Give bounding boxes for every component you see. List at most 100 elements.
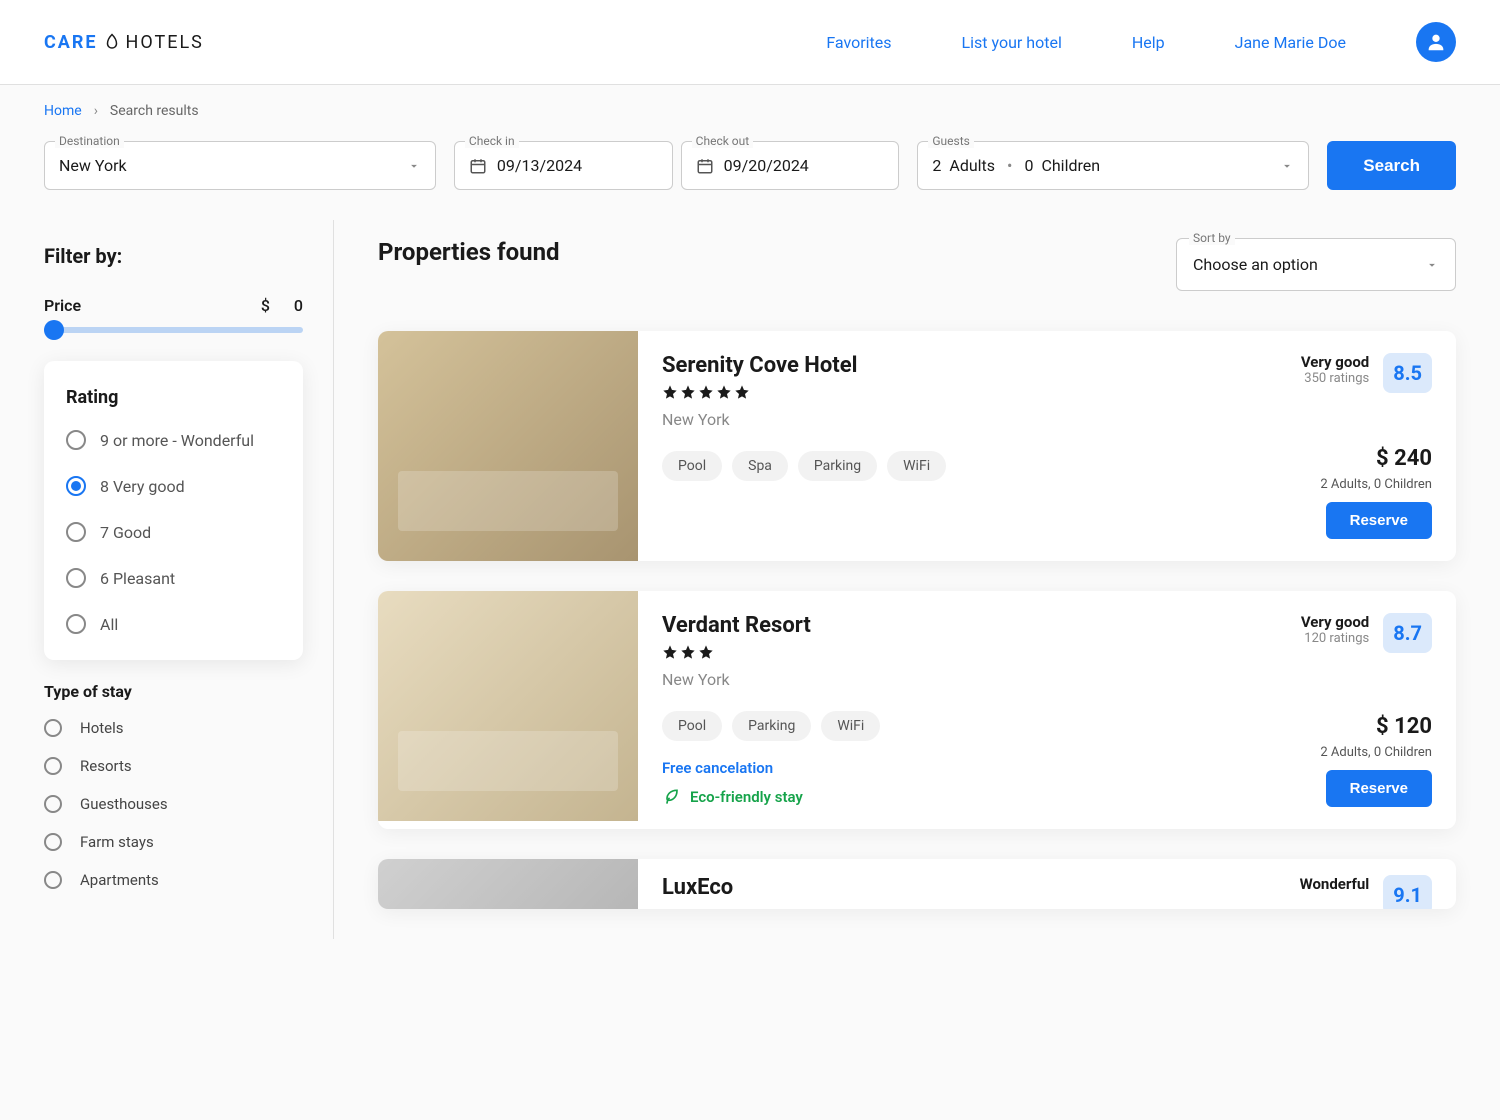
slider-thumb[interactable] — [44, 320, 64, 340]
stay-option[interactable]: Apartments — [44, 871, 303, 889]
star-icon — [698, 384, 714, 400]
guests-field[interactable]: Guests 2 Adults • 0 Children — [917, 141, 1309, 190]
price-slider[interactable] — [44, 327, 303, 333]
rating-option[interactable]: 8 Very good — [66, 476, 281, 496]
sort-field[interactable]: Sort by Choose an option — [1176, 238, 1456, 291]
sort-value: Choose an option — [1193, 255, 1318, 274]
chevron-down-icon — [1425, 258, 1439, 272]
property-card: Verdant Resort New York PoolParkingWiFi … — [378, 591, 1456, 829]
amenity-tag: Pool — [662, 451, 722, 481]
amenity-tag: WiFi — [887, 451, 946, 481]
destination-label: Destination — [55, 134, 124, 148]
amenity-tag: Parking — [732, 711, 811, 741]
checkout-field[interactable]: Check out 09/20/2024 — [681, 141, 900, 190]
stay-option-label: Hotels — [80, 719, 124, 737]
breadcrumb-home[interactable]: Home — [44, 103, 82, 119]
leaf-icon — [662, 787, 682, 807]
rating-option[interactable]: 7 Good — [66, 522, 281, 542]
rating-badge: 9.1 — [1383, 875, 1432, 909]
breadcrumb-current: Search results — [110, 103, 199, 119]
logo[interactable]: CARE HOTELS — [44, 32, 204, 53]
star-rating — [662, 384, 1301, 400]
nav-user-name[interactable]: Jane Marie Doe — [1235, 33, 1346, 52]
radio-icon — [66, 522, 86, 542]
stay-option-label: Apartments — [80, 871, 159, 889]
leaf-icon — [103, 33, 121, 51]
rating-option-label: 6 Pleasant — [100, 569, 175, 588]
checkbox-icon — [44, 833, 62, 851]
content: Properties found Sort by Choose an optio… — [378, 220, 1456, 939]
rating-badge: 8.7 — [1383, 613, 1432, 653]
guests-adults-num: 2 — [932, 156, 941, 175]
chevron-right-icon: › — [94, 103, 98, 119]
search-button[interactable]: Search — [1327, 141, 1456, 190]
star-icon — [680, 384, 696, 400]
reserve-button[interactable]: Reserve — [1326, 502, 1432, 539]
rating-option[interactable]: 9 or more - Wonderful — [66, 430, 281, 450]
results-title: Properties found — [378, 238, 560, 266]
rating-option[interactable]: 6 Pleasant — [66, 568, 281, 588]
stay-option[interactable]: Farm stays — [44, 833, 303, 851]
rating-label: Very good — [1301, 613, 1369, 631]
amenity-tag: WiFi — [821, 711, 880, 741]
price-value: 0 — [294, 296, 303, 315]
radio-icon — [66, 614, 86, 634]
checkbox-icon — [44, 871, 62, 889]
chevron-down-icon — [1280, 159, 1294, 173]
nav-help[interactable]: Help — [1132, 33, 1165, 52]
nav-favorites[interactable]: Favorites — [826, 33, 891, 52]
reserve-button[interactable]: Reserve — [1326, 770, 1432, 807]
property-image[interactable] — [378, 331, 638, 561]
checkin-field[interactable]: Check in 09/13/2024 — [454, 141, 673, 190]
star-icon — [662, 384, 678, 400]
amenity-tag: Spa — [732, 451, 788, 481]
star-rating — [662, 644, 1301, 660]
rating-option-label: 9 or more - Wonderful — [100, 431, 254, 450]
amenity-tag: Pool — [662, 711, 722, 741]
rating-label: Wonderful — [1300, 875, 1370, 893]
content-header: Properties found Sort by Choose an optio… — [378, 238, 1456, 291]
price: $ 120 — [1376, 714, 1432, 739]
eco-stay: Eco-friendly stay — [662, 787, 1301, 807]
destination-field[interactable]: Destination New York — [44, 141, 436, 190]
property-location: New York — [662, 670, 1301, 689]
property-image[interactable] — [378, 859, 638, 909]
rating-label: Very good — [1301, 353, 1369, 371]
free-cancel: Free cancelation — [662, 759, 1301, 777]
checkin-label: Check in — [465, 134, 519, 148]
guests-adults: Adults — [949, 156, 995, 175]
person-icon — [1425, 31, 1447, 53]
guests-children-num: 0 — [1024, 156, 1033, 175]
stay-option[interactable]: Hotels — [44, 719, 303, 737]
stay-option[interactable]: Resorts — [44, 757, 303, 775]
star-icon — [734, 384, 750, 400]
avatar[interactable] — [1416, 22, 1456, 62]
stay-option-label: Farm stays — [80, 833, 154, 851]
guests-info: 2 Adults, 0 Children — [1320, 745, 1432, 760]
search-row: Destination New York Check in 09/13/2024… — [0, 119, 1500, 220]
rating-count: 350 ratings — [1301, 371, 1369, 386]
rating-title: Rating — [66, 387, 281, 408]
rating-option-label: All — [100, 615, 118, 634]
rating-count: 120 ratings — [1301, 631, 1369, 646]
filter-title: Filter by: — [44, 244, 303, 268]
property-image[interactable] — [378, 591, 638, 821]
star-icon — [662, 644, 678, 660]
price-label: Price — [44, 296, 81, 315]
property-card: LuxEco Wonderful 9.1 — [378, 859, 1456, 909]
calendar-icon — [696, 157, 714, 175]
rating-option-label: 8 Very good — [100, 477, 185, 496]
destination-value: New York — [59, 156, 127, 175]
stay-option[interactable]: Guesthouses — [44, 795, 303, 813]
sidebar: Filter by: Price $ 0 Rating 9 or more - … — [44, 220, 334, 939]
star-icon — [698, 644, 714, 660]
guests-label: Guests — [928, 134, 973, 148]
rating-option[interactable]: All — [66, 614, 281, 634]
guests-info: 2 Adults, 0 Children — [1320, 477, 1432, 492]
nav-list-hotel[interactable]: List your hotel — [962, 33, 1062, 52]
stay-title: Type of stay — [44, 682, 303, 701]
breadcrumb: Home › Search results — [0, 85, 1500, 119]
amenity-tag: Parking — [798, 451, 877, 481]
property-location: New York — [662, 410, 1301, 429]
guests-children: Children — [1041, 156, 1100, 175]
